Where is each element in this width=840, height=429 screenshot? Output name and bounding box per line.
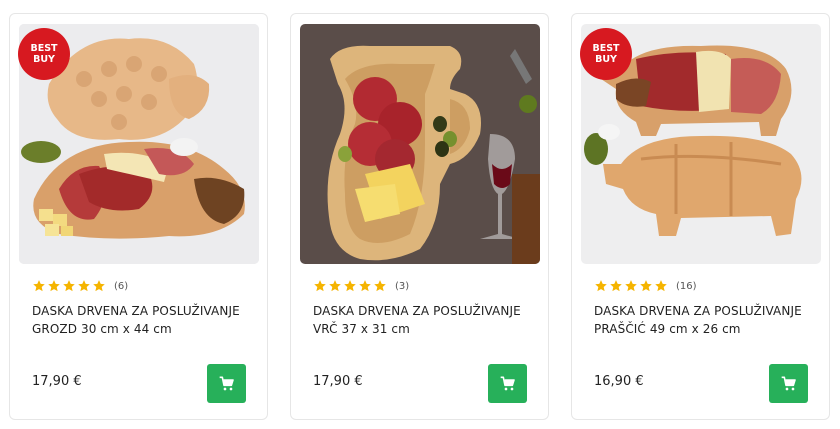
star-icon bbox=[93, 280, 105, 292]
rating-stars bbox=[313, 279, 387, 293]
review-count: (6) bbox=[114, 280, 129, 292]
cart-icon bbox=[781, 376, 796, 390]
product-title-line[interactable]: DASKA DRVENA ZA POSLUŽIVANJE bbox=[594, 302, 819, 320]
star-icon bbox=[610, 280, 622, 292]
star-icon bbox=[640, 280, 652, 292]
add-to-cart-button[interactable] bbox=[207, 364, 246, 403]
add-to-cart-button[interactable] bbox=[769, 364, 808, 403]
best-buy-badge: BEST BUY bbox=[18, 28, 70, 80]
review-count: (3) bbox=[395, 280, 410, 292]
product-title-line[interactable]: GROZD 30 cm x 44 cm bbox=[32, 320, 257, 338]
product-card[interactable]: (3) DASKA DRVENA ZA POSLUŽIVANJE VRČ 37 … bbox=[290, 13, 549, 420]
cart-icon bbox=[500, 376, 515, 390]
product-title-line[interactable]: PRAŠČIĆ 49 cm x 26 cm bbox=[594, 320, 819, 338]
star-icon bbox=[78, 280, 90, 292]
star-icon bbox=[344, 280, 356, 292]
product-card[interactable]: BEST BUY (6) DASKA DRVENA ZA POSLUŽIVANJ… bbox=[9, 13, 268, 420]
star-icon bbox=[655, 280, 667, 292]
product-title[interactable]: DASKA DRVENA ZA POSLUŽIVANJE PRAŠČIĆ 49 … bbox=[594, 302, 819, 338]
star-icon bbox=[63, 280, 75, 292]
product-rating: (16) bbox=[594, 279, 697, 293]
star-icon bbox=[359, 280, 371, 292]
review-count: (16) bbox=[676, 280, 697, 292]
product-title-line[interactable]: DASKA DRVENA ZA POSLUŽIVANJE bbox=[313, 302, 538, 320]
star-icon bbox=[314, 280, 326, 292]
product-title-line[interactable]: DASKA DRVENA ZA POSLUŽIVANJE bbox=[32, 302, 257, 320]
star-icon bbox=[33, 280, 45, 292]
add-to-cart-button[interactable] bbox=[488, 364, 527, 403]
cart-icon bbox=[219, 376, 234, 390]
product-image[interactable] bbox=[300, 24, 540, 264]
star-icon bbox=[48, 280, 60, 292]
product-rating: (6) bbox=[32, 279, 128, 293]
product-rating: (3) bbox=[313, 279, 409, 293]
product-title-line[interactable]: VRČ 37 x 31 cm bbox=[313, 320, 538, 338]
best-buy-badge: BEST BUY bbox=[580, 28, 632, 80]
product-price: 16,90 € bbox=[594, 374, 644, 389]
star-icon bbox=[625, 280, 637, 292]
product-card[interactable]: BEST BUY (16) DASKA DRVENA ZA POSLUŽIVAN… bbox=[571, 13, 830, 420]
star-icon bbox=[595, 280, 607, 292]
product-title[interactable]: DASKA DRVENA ZA POSLUŽIVANJE GROZD 30 cm… bbox=[32, 302, 257, 338]
product-price: 17,90 € bbox=[32, 374, 82, 389]
product-price: 17,90 € bbox=[313, 374, 363, 389]
rating-stars bbox=[32, 279, 106, 293]
star-icon bbox=[329, 280, 341, 292]
star-icon bbox=[374, 280, 386, 292]
jug-board-photo bbox=[300, 24, 540, 264]
product-title[interactable]: DASKA DRVENA ZA POSLUŽIVANJE VRČ 37 x 31… bbox=[313, 302, 538, 338]
rating-stars bbox=[594, 279, 668, 293]
